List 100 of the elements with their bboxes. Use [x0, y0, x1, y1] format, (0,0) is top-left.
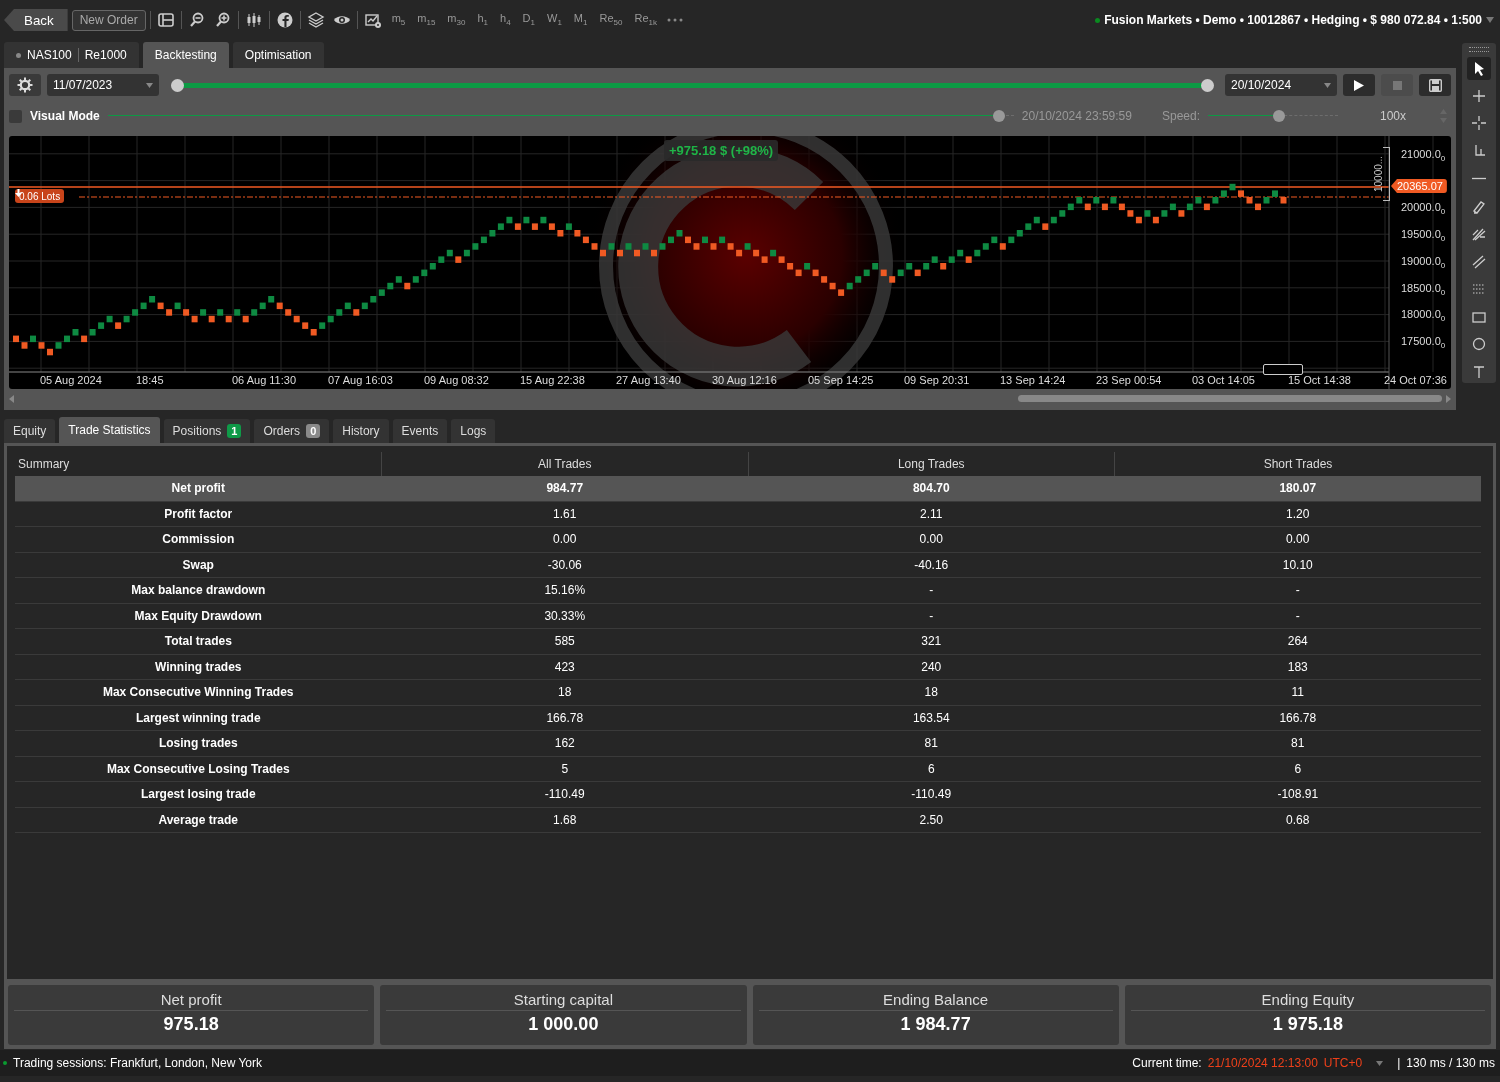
table-cell: 6: [748, 756, 1115, 782]
count-badge: 0: [306, 424, 321, 438]
tab[interactable]: Orders 0: [254, 419, 330, 443]
status-dot: [3, 1061, 7, 1065]
current-time-value: 21/10/2024 12:13:00: [1207, 1056, 1318, 1070]
tab[interactable]: Logs: [451, 419, 496, 443]
table-row[interactable]: Max Equity Drawdown 30.33% - -: [15, 603, 1481, 629]
time-axis-label: 05 Sep 14:25: [808, 374, 874, 386]
lots-badge[interactable]: 0.06 Lots: [15, 189, 65, 203]
visual-mode-label: Visual Mode: [30, 109, 100, 123]
parallel-lines-icon: [1471, 253, 1487, 270]
timeframe-button[interactable]: m$_{15}$: [413, 12, 440, 28]
symbol-tab[interactable]: NAS100 Re1000: [4, 42, 139, 68]
table-cell: 163.54: [748, 705, 1115, 731]
table-row[interactable]: Total trades 585 321 264: [15, 628, 1481, 654]
time-axis-label: 30 Aug 12:16: [712, 374, 777, 386]
end-date-field[interactable]: 20/10/2024: [1225, 74, 1337, 96]
table-row[interactable]: Commission 0.00 0.00 0.00: [15, 526, 1481, 552]
tab[interactable]: Backtesting: [142, 42, 229, 68]
timeframe-button[interactable]: W$_{1}$: [543, 12, 566, 28]
tab[interactable]: Equity: [4, 419, 56, 443]
caret-down-icon[interactable]: [1486, 17, 1494, 23]
table-cell: 18: [748, 679, 1115, 705]
table-cell: -110.49: [381, 781, 748, 807]
slider-handle[interactable]: [171, 78, 184, 92]
date-range-slider[interactable]: [171, 78, 1213, 92]
timeframe-label: Re1000: [84, 48, 127, 62]
table-cell: Max Consecutive Winning Trades: [15, 679, 382, 705]
table-row[interactable]: Largest winning trade 166.78 163.54 166.78: [15, 705, 1481, 731]
timeframe-button[interactable]: M$_{1}$: [569, 12, 592, 28]
drag-grip[interactable]: [1469, 47, 1489, 52]
table-cell: -: [1114, 603, 1481, 629]
profit-label: +975.18 $ (+98%): [664, 140, 779, 161]
table-row[interactable]: Profit factor 1.61 2.11 1.20: [15, 501, 1481, 527]
table-row[interactable]: Losing trades 162 81 81: [15, 730, 1481, 756]
table-cell: Net profit: [15, 476, 382, 501]
table-cell: 5: [381, 756, 748, 782]
time-axis-label: 23 Sep 00:54: [1096, 374, 1162, 386]
tab[interactable]: Optimisation: [232, 42, 324, 68]
price-axis-label: 21000.0$_{0}$: [1401, 148, 1446, 164]
tab[interactable]: Trade Statistics: [59, 417, 160, 443]
card-value: 1 000.00: [528, 1014, 599, 1035]
caret-down-icon[interactable]: [1376, 1060, 1384, 1066]
settings-icon: [17, 77, 33, 93]
timeframe-button[interactable]: h$_{4}$: [496, 12, 515, 28]
chart-handle[interactable]: [1263, 364, 1303, 375]
time-axis-label: 15 Aug 22:38: [520, 374, 585, 386]
symbol-name: NAS100: [27, 48, 72, 62]
tab[interactable]: Positions 1: [163, 419, 251, 443]
timeframe-button[interactable]: Re$_{1k}$: [630, 12, 661, 28]
table-row[interactable]: Average trade 1.68 2.50 0.68: [15, 807, 1481, 833]
pointer-tool[interactable]: [1467, 56, 1491, 80]
table-cell: Winning trades: [15, 654, 382, 680]
table-cell: 1.20: [1114, 501, 1481, 527]
save-button[interactable]: [1419, 74, 1451, 96]
slider-handle[interactable]: [1201, 78, 1214, 92]
timeframe-button[interactable]: h$_{1}$: [473, 12, 492, 28]
table-row[interactable]: Swap -30.06 -40.16 10.10: [15, 552, 1481, 578]
back-button[interactable]: Back: [4, 9, 68, 31]
tab[interactable]: Events: [392, 419, 448, 443]
slider-handle[interactable]: [1272, 110, 1285, 122]
settings-button[interactable]: [9, 74, 41, 96]
speed-slider[interactable]: [1208, 110, 1338, 122]
scrollbar-thumb[interactable]: [1018, 395, 1442, 402]
start-date-field[interactable]: 11/07/2023: [47, 74, 159, 96]
table-cell: 0.00: [1114, 526, 1481, 552]
visual-progress-slider[interactable]: [107, 110, 1014, 122]
visual-mode-checkbox[interactable]: [9, 109, 22, 123]
timeframe-button[interactable]: D$_{1}$: [518, 12, 539, 28]
price-axis-label: 19000.0$_{0}$: [1401, 255, 1446, 271]
table-row[interactable]: Max Consecutive Losing Trades 5 6 6: [15, 756, 1481, 782]
time-axis-label: 27 Aug 13:40: [616, 374, 681, 386]
timezone-selector[interactable]: UTC+0: [1323, 1056, 1363, 1070]
trading-sessions-label: Trading sessions: Frankfurt, London, New York: [13, 1056, 263, 1070]
table-row[interactable]: Winning trades 423 240 183: [15, 654, 1481, 680]
price-axis-label: 20000.0$_{0}$: [1401, 201, 1446, 217]
table-row[interactable]: Max Consecutive Winning Trades 18 18 11: [15, 679, 1481, 705]
speed-label: Speed:: [1161, 109, 1200, 123]
text-tool-icon: [1471, 363, 1487, 380]
tab[interactable]: History: [333, 419, 389, 443]
card-label: Ending Equity: [1130, 991, 1485, 1011]
timeframe-button[interactable]: Re$_{50}$: [595, 12, 627, 28]
account-info[interactable]: Fusion Markets • Demo • 10012867 • Hedging • $ 980 072.84 • 1:500: [1104, 13, 1482, 27]
new-order-button[interactable]: New Order: [71, 9, 146, 31]
table-cell: Swap: [15, 552, 382, 578]
table-cell: Max balance drawdown: [15, 577, 382, 603]
table-row[interactable]: Max balance drawdown 15.16% - -: [15, 577, 1481, 603]
timeframe-button[interactable]: m$_{5}$: [387, 12, 410, 28]
table-cell: 81: [1114, 730, 1481, 756]
table-row[interactable]: Net profit 984.77 804.70 180.07: [15, 476, 1481, 501]
caret-down-icon: [146, 82, 153, 88]
table-row[interactable]: Largest losing trade -110.49 -110.49 -108.91: [15, 781, 1481, 807]
slider-handle[interactable]: [992, 110, 1005, 122]
table-cell: 6: [1114, 756, 1481, 782]
timeframe-button[interactable]: m$_{30}$: [443, 12, 470, 28]
play-button[interactable]: [1343, 74, 1375, 96]
table-cell: 11: [1114, 679, 1481, 705]
time-axis-label: 13 Sep 14:24: [1000, 374, 1066, 386]
range-bracket: [1383, 147, 1390, 201]
card-label: Starting capital: [386, 991, 741, 1011]
